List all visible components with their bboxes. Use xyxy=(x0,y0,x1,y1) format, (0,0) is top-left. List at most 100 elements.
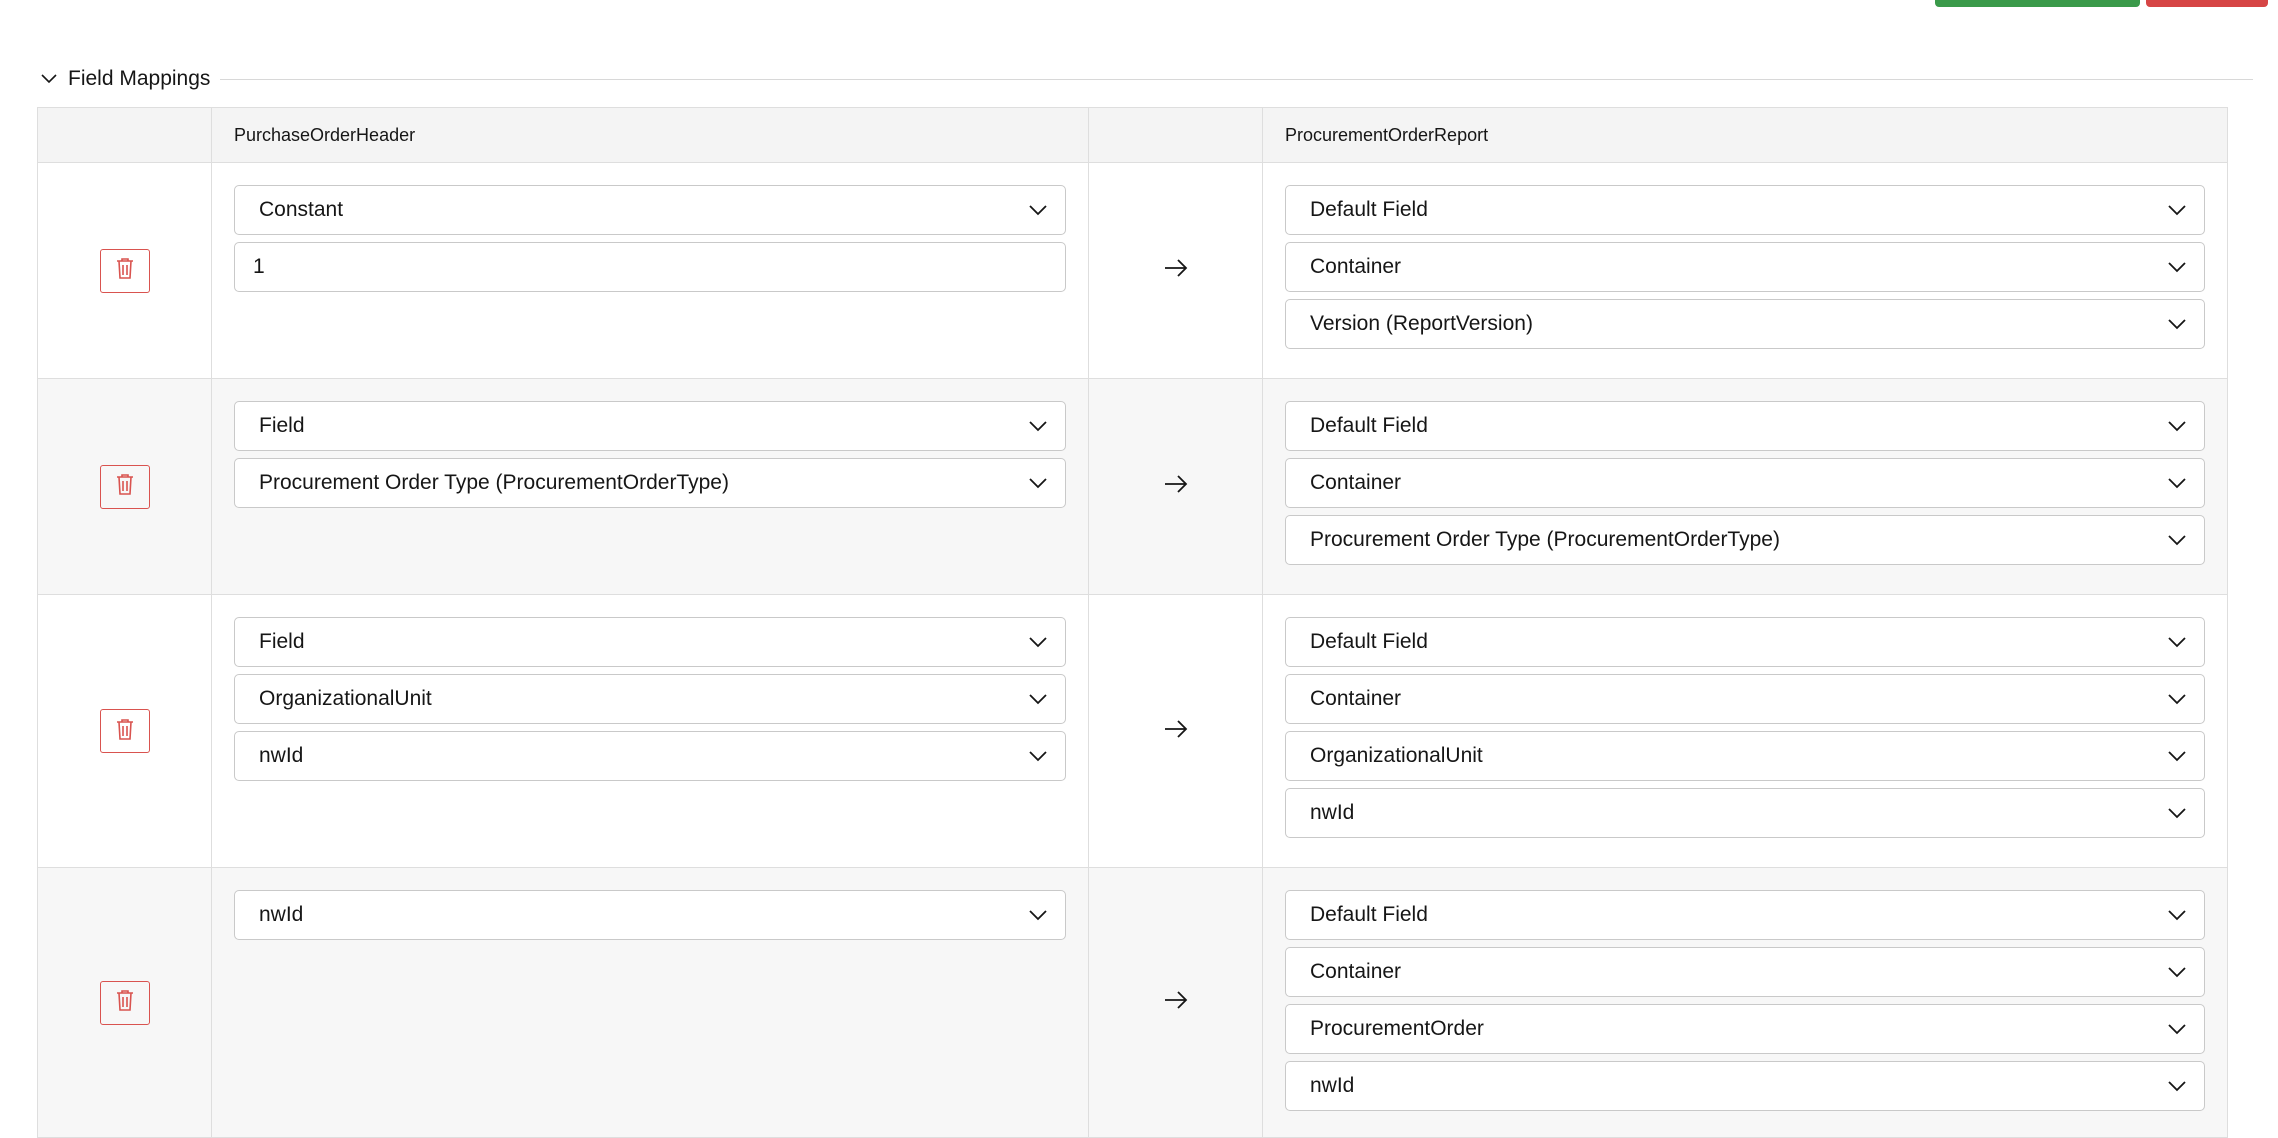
trash-icon xyxy=(116,257,134,284)
select-value: Default Field xyxy=(1310,198,1428,221)
section-divider xyxy=(220,78,2253,80)
source-field-select[interactable]: Field xyxy=(234,617,1066,667)
target-field-select[interactable]: OrganizationalUnit xyxy=(1285,731,2205,781)
trash-icon xyxy=(116,718,134,745)
select-value: Default Field xyxy=(1310,630,1428,653)
target-fields-cell: Default Field Container ProcurementOrder nw… xyxy=(1263,868,2227,1137)
delete-mapping-button[interactable] xyxy=(99,980,150,1025)
select-value: Procurement Order Type (ProcurementOrder… xyxy=(1310,528,1780,551)
table-row: Field OrganizationalUnit nwId Default Field… xyxy=(38,595,2227,868)
header-arrow-cell xyxy=(1089,108,1263,162)
delete-mapping-button[interactable] xyxy=(99,709,150,753)
select-value: OrganizationalUnit xyxy=(259,687,432,710)
target-field-select[interactable]: Default Field xyxy=(1285,890,2205,940)
source-field-select[interactable]: nwId xyxy=(234,890,1066,940)
cancel-button[interactable] xyxy=(2146,0,2268,7)
chevron-down-icon xyxy=(1027,745,1049,767)
save-button[interactable] xyxy=(1935,0,2140,7)
row-action-cell xyxy=(38,163,212,378)
arrow-right-icon xyxy=(1164,259,1188,282)
chevron-down-icon xyxy=(1027,472,1049,494)
chevron-down-icon xyxy=(2166,256,2188,278)
source-header: PurchaseOrderHeader xyxy=(212,108,1089,162)
select-value: Default Field xyxy=(1310,414,1428,437)
row-action-cell xyxy=(38,595,212,867)
target-field-select[interactable]: ProcurementOrder xyxy=(1285,1004,2205,1054)
select-value: Field xyxy=(259,414,305,437)
mapping-arrow-cell xyxy=(1089,595,1263,867)
chevron-down-icon xyxy=(2166,631,2188,653)
chevron-down-icon xyxy=(2166,313,2188,335)
source-field-select[interactable]: OrganizationalUnit xyxy=(234,674,1066,724)
delete-mapping-button[interactable] xyxy=(99,248,150,293)
trash-icon xyxy=(116,473,134,500)
target-field-select[interactable]: Container xyxy=(1285,947,2205,997)
target-field-select[interactable]: nwId xyxy=(1285,788,2205,838)
chevron-down-icon xyxy=(1027,415,1049,437)
chevron-down-icon xyxy=(2166,688,2188,710)
target-field-select[interactable]: Default Field xyxy=(1285,617,2205,667)
chevron-down-icon xyxy=(2166,802,2188,824)
target-field-select[interactable]: Container xyxy=(1285,674,2205,724)
chevron-down-icon xyxy=(2166,1018,2188,1040)
source-field-select[interactable]: Field xyxy=(234,401,1066,451)
select-value: Procurement Order Type (ProcurementOrder… xyxy=(259,471,729,494)
row-action-cell xyxy=(38,868,212,1137)
chevron-down-icon xyxy=(1027,904,1049,926)
select-value: Field xyxy=(259,630,305,653)
source-fields-cell: Field OrganizationalUnit nwId xyxy=(212,595,1089,867)
select-value: nwId xyxy=(1310,1074,1355,1097)
source-fields-cell: Constant 1 xyxy=(212,163,1089,378)
select-value: Container xyxy=(1310,255,1402,278)
target-header: ProcurementOrderReport xyxy=(1285,124,1489,145)
target-field-select[interactable]: Procurement Order Type (ProcurementOrder… xyxy=(1285,515,2205,565)
arrow-right-icon xyxy=(1164,991,1188,1014)
source-field-select[interactable]: Constant xyxy=(234,185,1066,235)
table-row: Constant 1 Default Field Container Version (… xyxy=(38,163,2227,379)
mapping-arrow-cell xyxy=(1089,379,1263,594)
select-value: Version (ReportVersion) xyxy=(1310,312,1533,335)
select-value: nwId xyxy=(1310,801,1355,824)
chevron-down-icon xyxy=(1027,688,1049,710)
chevron-down-icon xyxy=(2166,199,2188,221)
select-value: Container xyxy=(1310,960,1402,983)
row-action-cell xyxy=(38,379,212,594)
constant-value-input[interactable]: 1 xyxy=(234,242,1066,292)
chevron-down-icon xyxy=(1027,199,1049,221)
table-row: Field Procurement Order Type (Procurement… xyxy=(38,379,2227,595)
select-value: nwId xyxy=(259,903,304,926)
mapping-arrow-cell xyxy=(1089,163,1263,378)
mapping-arrow-cell xyxy=(1089,868,1263,1137)
source-field-select[interactable]: Procurement Order Type (ProcurementOrder… xyxy=(234,458,1066,508)
chevron-down-icon xyxy=(2166,961,2188,983)
target-field-select[interactable]: Container xyxy=(1285,458,2205,508)
select-value: OrganizationalUnit xyxy=(1310,744,1483,767)
source-field-select[interactable]: nwId xyxy=(234,731,1066,781)
target-field-select[interactable]: Version (ReportVersion) xyxy=(1285,299,2205,349)
table-row: nwId Default Field Container ProcurementOrd… xyxy=(38,868,2227,1138)
chevron-down-icon xyxy=(2166,415,2188,437)
select-value: Container xyxy=(1310,471,1402,494)
target-field-select[interactable]: Default Field xyxy=(1285,185,2205,235)
header-action-cell xyxy=(38,108,212,162)
arrow-right-icon xyxy=(1164,719,1188,743)
trash-icon xyxy=(116,989,134,1016)
select-value: nwId xyxy=(259,744,304,767)
source-fields-cell: nwId xyxy=(212,868,1089,1137)
arrow-right-icon xyxy=(1164,475,1188,498)
target-field-select[interactable]: Default Field xyxy=(1285,401,2205,451)
chevron-down-icon xyxy=(2166,904,2188,926)
chevron-down-icon xyxy=(2166,472,2188,494)
delete-mapping-button[interactable] xyxy=(99,464,150,509)
field-mappings-header: Field Mappings xyxy=(40,64,2253,94)
chevron-down-icon xyxy=(2166,1075,2188,1097)
chevron-down-icon[interactable] xyxy=(40,70,58,88)
source-fields-cell: Field Procurement Order Type (Procurement… xyxy=(212,379,1089,594)
select-value: Container xyxy=(1310,687,1402,710)
select-value: Default Field xyxy=(1310,903,1428,926)
target-fields-cell: Default Field Container Version (ReportVer… xyxy=(1263,163,2227,378)
chevron-down-icon xyxy=(2166,529,2188,551)
target-field-select[interactable]: Container xyxy=(1285,242,2205,292)
target-field-select[interactable]: nwId xyxy=(1285,1061,2205,1111)
table-header-row: PurchaseOrderHeader ProcurementOrderRepo… xyxy=(38,108,2227,163)
